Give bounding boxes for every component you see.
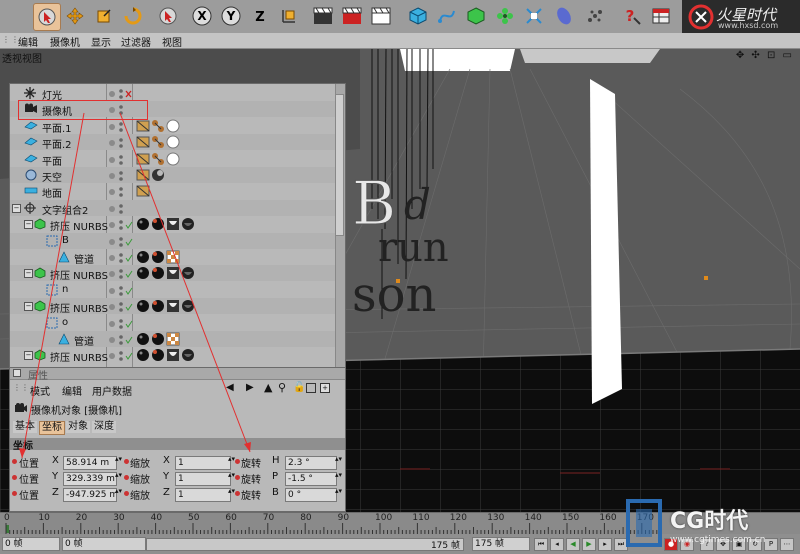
key-points-button[interactable]: ⋯	[780, 538, 794, 551]
goto-end-button[interactable]: ⏭	[614, 538, 628, 551]
timeline-tick-label: 140	[524, 513, 542, 523]
next-key-button[interactable]: ▸	[598, 538, 612, 551]
timeline-tick-label: 60	[225, 513, 237, 523]
timeline-tick-label: 160	[599, 513, 617, 523]
timeline-tick-label: 70	[262, 513, 275, 523]
range-end-label: 175 帧	[430, 541, 460, 551]
timeline-tick-label: 130	[487, 513, 505, 523]
timeline[interactable]: 0 10 20 30 40 50 60 70 80 90 100 110 120 130 140 150 160…	[0, 512, 800, 554]
timeline-tick-label: 40	[150, 513, 163, 523]
key-param-button[interactable]: P	[764, 538, 778, 551]
timeline-tick-label: 20	[75, 513, 88, 523]
timeline-tick-label: 90	[337, 513, 350, 523]
frame-range-slider[interactable]: 175 帧	[146, 538, 464, 551]
timeline-tick-label: 50	[188, 513, 200, 523]
timeline-tick-label: 150	[562, 513, 580, 523]
timeline-tick-label: 80	[300, 513, 312, 523]
timeline-tick-label: 170	[636, 513, 654, 523]
current-frame-field[interactable]: 0 帧	[2, 537, 60, 551]
timeline-tick-label: 100	[375, 513, 393, 523]
prev-key-button[interactable]: ◂	[550, 538, 564, 551]
autokey-button[interactable]: ◉	[680, 538, 694, 551]
timeline-ruler[interactable]: 0 10 20 30 40 50 60 70 80 90 100 110 120 130 140 150 160…	[0, 513, 800, 534]
timeline-tick-label: 30	[113, 513, 125, 523]
timeline-tick-label: 110	[412, 513, 430, 523]
play-button[interactable]: ▶	[582, 538, 596, 551]
key-scale-button[interactable]: ▣	[732, 538, 746, 551]
record-button[interactable]: ●	[664, 538, 678, 551]
timeline-tickmarks	[5, 523, 661, 534]
play-back-button[interactable]: ◀	[566, 538, 580, 551]
start-frame-field[interactable]: 0 帧	[62, 537, 146, 551]
annotation-arrows	[19, 112, 251, 459]
goto-start-button[interactable]: ⏮	[534, 538, 548, 551]
key-rotate-button[interactable]: ↻	[748, 538, 762, 551]
end-frame-field[interactable]: 175 帧	[472, 537, 530, 551]
timeline-tick-label: 0	[4, 513, 10, 523]
keyframe-button[interactable]: ?	[700, 538, 714, 551]
key-position-button[interactable]: ✥	[716, 538, 730, 551]
timeline-tick-label: 10	[38, 513, 50, 523]
timeline-tick-label: 120	[449, 513, 467, 523]
